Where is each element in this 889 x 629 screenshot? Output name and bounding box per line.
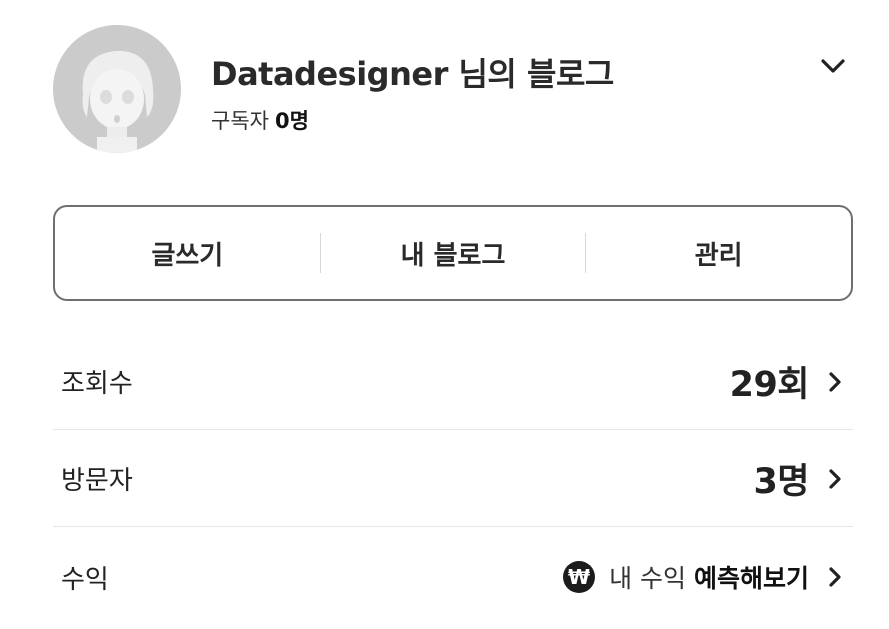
visitors-row[interactable]: 방문자 3명 [53, 431, 853, 527]
views-value: 29회 [729, 365, 810, 405]
quick-actions: 글쓰기 내 블로그 관리 [53, 205, 853, 301]
visitors-value: 3명 [753, 462, 809, 502]
chevron-right-icon [829, 468, 841, 489]
views-row[interactable]: 조회수 29회 [53, 334, 853, 430]
revenue-prefix: 내 수익 [609, 564, 687, 593]
manage-button[interactable]: 관리 [586, 207, 851, 299]
write-button[interactable]: 글쓰기 [55, 207, 320, 299]
revenue-text: 내 수익 예측해보기 [609, 559, 809, 595]
revenue-label: 수익 [61, 564, 109, 595]
blog-title[interactable]: Datadesigner 님의 블로그 [211, 49, 614, 95]
subscribers-label: 구독자 [211, 109, 269, 133]
chevron-right-icon [829, 567, 841, 587]
visitors-link[interactable]: 3명 [753, 453, 853, 504]
profile-section: Datadesigner 님의 블로그 구독자 0명 [53, 25, 853, 155]
avatar-image [53, 25, 181, 153]
won-icon: ₩ [563, 561, 596, 593]
avatar[interactable] [53, 25, 181, 153]
revenue-row[interactable]: 수익 ₩ 내 수익 예측해보기 [53, 529, 853, 625]
views-label: 조회수 [61, 369, 133, 399]
chevron-right-icon [829, 371, 841, 392]
dropdown-button[interactable] [815, 47, 851, 83]
subscribers-count: 0명 [274, 109, 309, 133]
revenue-action: 예측해보기 [693, 564, 809, 593]
my-blog-button[interactable]: 내 블로그 [321, 207, 586, 299]
views-link[interactable]: 29회 [730, 356, 853, 407]
subscriber-info: 구독자 0명 [211, 105, 309, 135]
revenue-link[interactable]: ₩ 내 수익 예측해보기 [563, 559, 853, 595]
chevron-down-icon [821, 59, 845, 73]
visitors-label: 방문자 [61, 466, 133, 496]
